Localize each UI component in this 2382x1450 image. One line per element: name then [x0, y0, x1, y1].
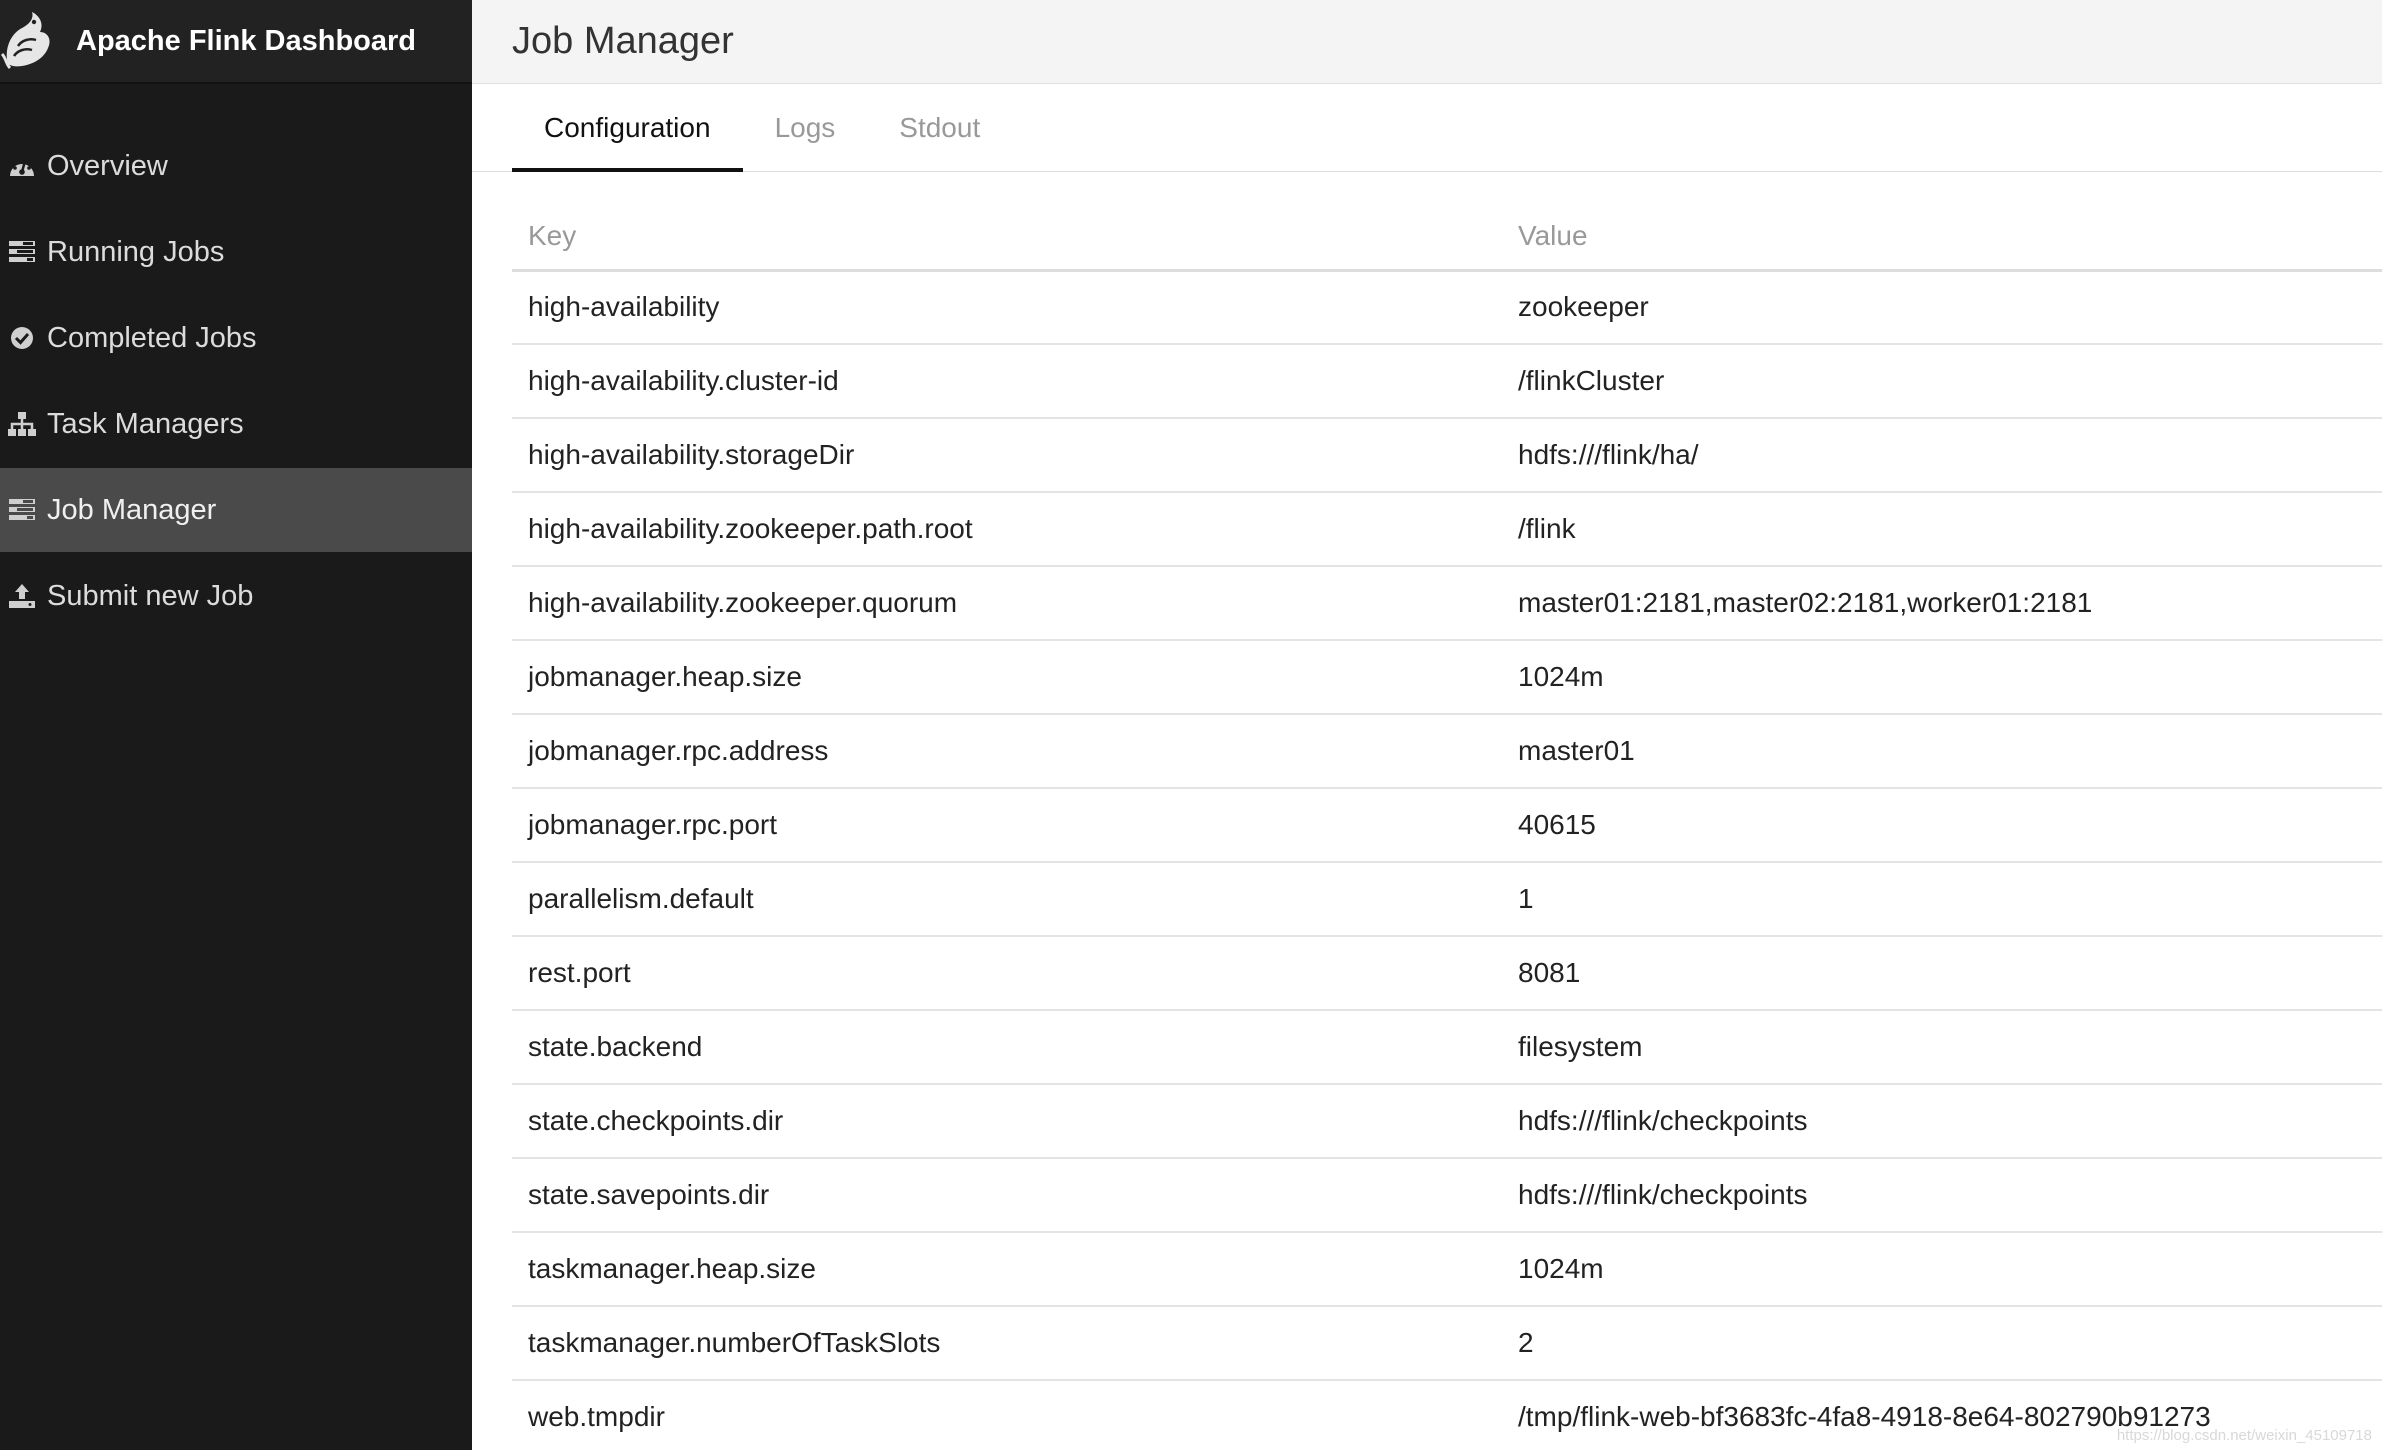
dashboard-icon [6, 150, 38, 182]
table-row: jobmanager.rpc.port 40615 [512, 788, 2382, 863]
config-key: jobmanager.rpc.address [512, 714, 1502, 789]
tab-configuration[interactable]: Configuration [512, 84, 743, 172]
config-value: master01 [1502, 714, 2382, 789]
table-row: rest.port 8081 [512, 936, 2382, 1011]
app-root: Apache Flink Dashboard Overview Running … [0, 0, 2382, 1450]
page-title: Job Manager [512, 20, 734, 62]
config-key: taskmanager.heap.size [512, 1232, 1502, 1307]
table-row: state.backend filesystem [512, 1010, 2382, 1085]
sidebar-item-completed-jobs[interactable]: Completed Jobs [0, 296, 472, 380]
check-circle-icon [6, 322, 38, 354]
config-key: jobmanager.rpc.port [512, 788, 1502, 863]
config-value: 1024m [1502, 1232, 2382, 1307]
config-key: high-availability.zookeeper.path.root [512, 492, 1502, 567]
table-row: parallelism.default 1 [512, 862, 2382, 937]
sitemap-icon [6, 408, 38, 440]
watermark: https://blog.csdn.net/weixin_45109718 [2116, 1427, 2372, 1444]
tasks-icon [6, 236, 38, 268]
config-key: state.checkpoints.dir [512, 1084, 1502, 1159]
config-key: web.tmpdir [512, 1380, 1502, 1450]
config-key: state.savepoints.dir [512, 1158, 1502, 1233]
sidebar-item-label: Submit new Job [47, 579, 254, 612]
table-row: state.checkpoints.dir hdfs:///flink/check… [512, 1084, 2382, 1159]
sidebar-item-running-jobs[interactable]: Running Jobs [0, 210, 472, 294]
config-value: 1024m [1502, 640, 2382, 715]
config-table: Key Value high-availability zookeeper hig… [512, 204, 2382, 1450]
table-row: high-availability.cluster-id/flinkCluste… [512, 344, 2382, 419]
config-value: /flink [1502, 492, 2382, 567]
config-value: 8081 [1502, 936, 2382, 1011]
config-key: high-availability.zookeeper.quorum [512, 566, 1502, 641]
config-key: jobmanager.heap.size [512, 640, 1502, 715]
config-value: hdfs:///flink/checkpoints [1502, 1084, 2382, 1159]
sidebar-item-task-managers[interactable]: Task Managers [0, 382, 472, 466]
main-content: Job Manager Configuration Logs Stdout Ke… [472, 0, 2382, 1450]
tab-bar: Configuration Logs Stdout [472, 84, 2382, 172]
config-value: hdfs:///flink/ha/ [1502, 418, 2382, 493]
config-value: master01:2181,master02:2181,worker01:218… [1502, 566, 2382, 641]
table-row: high-availability.zookeeper.quorum master… [512, 566, 2382, 641]
page-header: Job Manager [472, 0, 2382, 84]
table-row: high-availability.storageDir hdfs:///flin… [512, 418, 2382, 493]
brand-bar[interactable]: Apache Flink Dashboard [0, 0, 472, 84]
sidebar: Apache Flink Dashboard Overview Running … [0, 0, 472, 1450]
config-value: hdfs:///flink/checkpoints [1502, 1158, 2382, 1233]
config-key: taskmanager.numberOfTaskSlots [512, 1306, 1502, 1381]
tab-logs[interactable]: Logs [743, 84, 868, 171]
upload-icon [6, 580, 38, 612]
config-value: 40615 [1502, 788, 2382, 863]
config-key: high-availability.storageDir [512, 418, 1502, 493]
sidebar-item-label: Completed Jobs [47, 321, 257, 354]
tasks-icon [6, 494, 38, 526]
config-value: zookeeper [1502, 270, 2382, 345]
config-value: 1 [1502, 862, 2382, 937]
sidebar-item-label: Job Manager [47, 493, 217, 526]
config-key: rest.port [512, 936, 1502, 1011]
table-row: jobmanager.heap.size 1024m [512, 640, 2382, 715]
flink-logo-icon [0, 6, 54, 76]
config-key: parallelism.default [512, 862, 1502, 937]
column-header-key[interactable]: Key [512, 204, 1502, 272]
config-key: high-availability [512, 270, 1502, 345]
table-row: high-availability.zookeeper.path.root/fl… [512, 492, 2382, 567]
sidebar-item-label: Overview [47, 149, 168, 182]
sidebar-item-submit-new-job[interactable]: Submit new Job [0, 554, 472, 638]
table-row: taskmanager.heap.size 1024m [512, 1232, 2382, 1307]
table-row: high-availability zookeeper [512, 270, 2382, 345]
table-row: jobmanager.rpc.address master01 [512, 714, 2382, 789]
sidebar-item-job-manager[interactable]: Job Manager [0, 468, 472, 552]
sidebar-item-label: Running Jobs [47, 235, 225, 268]
app-title: Apache Flink Dashboard [76, 24, 417, 57]
table-body: high-availability zookeeper high-availabi… [512, 270, 2382, 1450]
config-key: state.backend [512, 1010, 1502, 1085]
column-header-value[interactable]: Value [1502, 204, 2382, 272]
table-row: taskmanager.numberOfTaskSlots 2 [512, 1306, 2382, 1381]
table-row: state.savepoints.dir hdfs:///flink/checkp… [512, 1158, 2382, 1233]
config-value: /flinkCluster [1502, 344, 2382, 419]
config-key: high-availability.cluster-id [512, 344, 1502, 419]
config-value: 2 [1502, 1306, 2382, 1381]
config-table-wrap: Key Value high-availability zookeeper hig… [472, 204, 2382, 1450]
sidebar-item-overview[interactable]: Overview [0, 124, 472, 208]
config-value: filesystem [1502, 1010, 2382, 1085]
table-row: web.tmpdir/tmp/flink-web-bf3683fc-4fa8-4… [512, 1380, 2382, 1450]
table-header-row: Key Value [512, 204, 2382, 272]
tab-stdout[interactable]: Stdout [867, 84, 1012, 171]
sidebar-item-label: Task Managers [47, 407, 244, 440]
sidebar-nav: Overview Running Jobs Completed Jobs Tas… [0, 124, 472, 638]
